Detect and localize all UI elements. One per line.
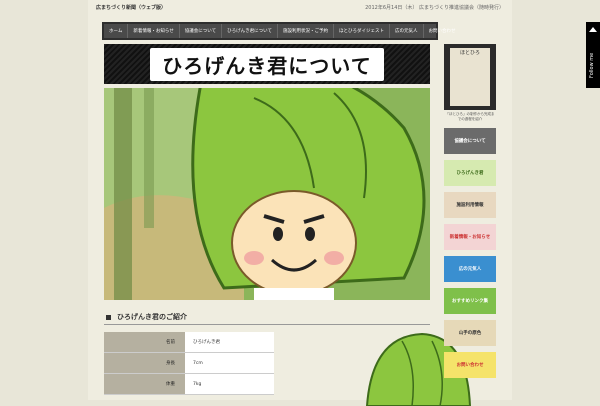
profile-value: 7cm: [185, 352, 274, 374]
table-row: 身長 7cm: [104, 352, 274, 374]
profile-heading-text: ひろげんき君のご紹介: [117, 313, 187, 321]
profile-value: 7kg: [185, 373, 274, 395]
table-row: 体重 7kg: [104, 373, 274, 395]
nav-people[interactable]: 広の元気人: [390, 24, 424, 38]
nav-digest[interactable]: ほとひろダイジェスト: [334, 24, 391, 38]
sidebar-contact-label: お問い合わせ: [456, 363, 484, 368]
nav-news[interactable]: 新着情報・お知らせ: [128, 24, 180, 38]
hotohiro-banner[interactable]: ほとひろ: [444, 44, 496, 110]
profile-value: ひろげんき君: [185, 332, 274, 353]
main-nav: ホーム 新着情報・お知らせ 協議会について ひろげんき君について 施設利用状況・…: [102, 22, 456, 40]
nav-home[interactable]: ホーム: [104, 24, 129, 38]
profile-key: 名前: [104, 332, 185, 353]
follow-me-label: Follow me: [589, 52, 595, 78]
page-title: ひろげんき君について: [150, 47, 384, 81]
nav-facility[interactable]: 施設利用状況・ご予約: [278, 24, 335, 38]
top-bar: 広まちづくり新聞（ウェブ版） 2012年6月14日（木） 広まちづくり推進協議会…: [88, 0, 512, 16]
hero-banner: ひろげんき君について: [104, 44, 430, 84]
nav-council[interactable]: 協議会について: [180, 24, 223, 38]
hotohiro-caption: 「ほとひろ」の制作から完成までの過程を紹介: [445, 112, 495, 121]
heading-square-icon: [106, 314, 111, 320]
follow-me-tab[interactable]: Follow me: [586, 22, 600, 88]
nav-contact[interactable]: お問い合わせ: [424, 24, 461, 38]
hotohiro-book-label: ほとひろ: [450, 48, 490, 106]
sidebar-people-label: 広の元気人: [458, 267, 482, 272]
sidebar-yamate-button[interactable]: 山手の原色: [444, 320, 496, 346]
table-row: 名前 ひろげんき君: [104, 332, 274, 353]
sidebar: ほとひろ 「ほとひろ」の制作から完成までの過程を紹介 協議会について ひろげんき…: [444, 44, 496, 384]
nav-mascot[interactable]: ひろげんき君について: [222, 24, 279, 38]
sidebar-council-label: 協議会について: [454, 139, 486, 144]
sidebar-news-button[interactable]: 新着情報・お知らせ: [444, 224, 496, 250]
follow-bird-icon: [589, 27, 597, 32]
sidebar-facility-label: 施設利用情報: [456, 203, 484, 208]
sidebar-contact-button[interactable]: お問い合わせ: [444, 352, 496, 378]
sidebar-mascot-label: ひろげんき君: [456, 171, 484, 176]
sidebar-mascot-button[interactable]: ひろげんき君: [444, 160, 496, 186]
sidebar-people-button[interactable]: 広の元気人: [444, 256, 496, 282]
sidebar-links-label: おすすめリンク集: [452, 299, 488, 304]
sidebar-council-button[interactable]: 協議会について: [444, 128, 496, 154]
profile-table: 名前 ひろげんき君 身長 7cm 体重 7kg: [104, 332, 274, 395]
sidebar-news-label: 新着情報・お知らせ: [449, 235, 491, 240]
sidebar-yamate-label: 山手の原色: [458, 331, 482, 336]
date-line: 2012年6月14日（木） 広まちづくり推進協議会（随時発行）: [365, 5, 504, 11]
sidebar-links-button[interactable]: おすすめリンク集: [444, 288, 496, 314]
mascot-hero-image: [104, 88, 430, 300]
site-name[interactable]: 広まちづくり新聞（ウェブ版）: [96, 0, 166, 16]
profile-heading: ひろげんき君のご紹介: [104, 310, 430, 325]
profile-key: 体重: [104, 373, 185, 395]
profile-key: 身長: [104, 352, 185, 374]
sidebar-facility-button[interactable]: 施設利用情報: [444, 192, 496, 218]
page-container: 広まちづくり新聞（ウェブ版） 2012年6月14日（木） 広まちづくり推進協議会…: [88, 0, 512, 406]
